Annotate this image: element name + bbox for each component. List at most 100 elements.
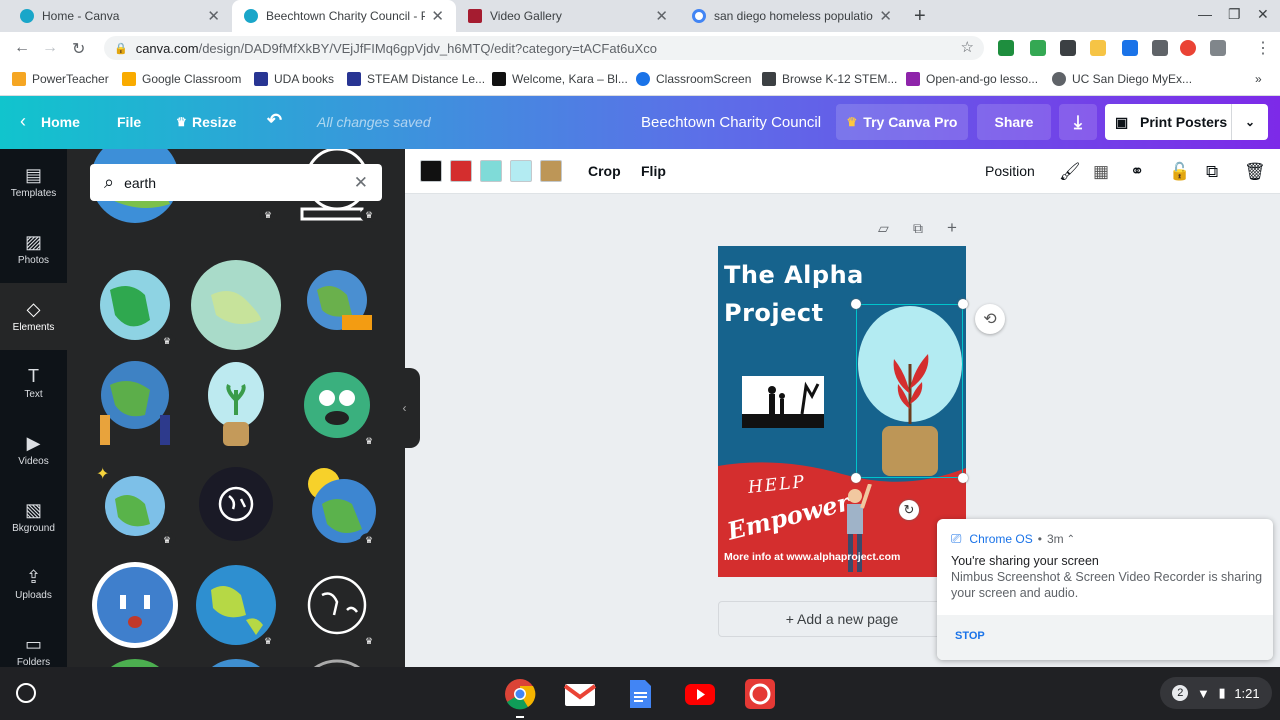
chevron-down-icon[interactable]: ⌄ <box>1245 115 1255 129</box>
lock-icon[interactable]: 🔓 <box>1169 162 1190 182</box>
earth-element[interactable] <box>191 654 281 667</box>
maximize-icon[interactable]: ❐ <box>1228 6 1241 23</box>
trash-icon[interactable]: 🗑 <box>1244 162 1266 182</box>
color-swatch-teal[interactable] <box>480 160 502 182</box>
close-tab-icon[interactable]: ✕ <box>879 7 892 25</box>
lightbulb-plant-element[interactable] <box>191 360 281 450</box>
people-carry-earth-element[interactable] <box>90 360 180 450</box>
home-button[interactable]: Home <box>41 114 80 130</box>
crop-button[interactable]: Crop <box>588 163 621 179</box>
add-page-icon[interactable]: + <box>947 218 957 238</box>
sparkle-earth-element[interactable]: ✦✦ ♛ <box>90 459 180 549</box>
globe-badge-element[interactable] <box>191 459 281 549</box>
stop-sharing-button[interactable]: STOP <box>955 630 985 642</box>
extension-green-icon[interactable] <box>1030 40 1046 56</box>
reload-icon[interactable]: ↻ <box>72 39 85 59</box>
collapse-panel-button[interactable]: ‹ <box>389 368 420 448</box>
silhouette-photo[interactable] <box>742 376 824 428</box>
try-canva-pro-button[interactable]: ♛ Try Canva Pro <box>836 104 968 140</box>
status-tray[interactable]: 2 ▼ ▮ 1:21 <box>1160 677 1272 709</box>
rotate-button-icon[interactable]: ⟲ <box>975 304 1005 334</box>
close-tab-icon[interactable]: ✕ <box>431 7 444 25</box>
extension-clipboard-icon[interactable] <box>1060 40 1076 56</box>
close-window-icon[interactable]: ✕ <box>1257 6 1269 23</box>
outline-earth-element[interactable]: ♛ <box>292 560 382 650</box>
bookmark-ucsd[interactable]: UC San Diego MyEx... <box>1052 72 1192 86</box>
earth-element[interactable] <box>292 654 382 667</box>
duplicate-icon[interactable]: ⧉ <box>1206 162 1218 182</box>
earth-hug-element[interactable] <box>292 260 382 350</box>
sun-earth-element[interactable]: ♛ <box>292 459 382 549</box>
youtube-app-icon[interactable] <box>684 678 716 710</box>
bookmark-open-and-go[interactable]: Open-and-go lesso... <box>906 72 1038 86</box>
bookmark-uda-books[interactable]: UDA books <box>254 72 334 86</box>
search-input[interactable]: earth <box>124 175 156 191</box>
undo-icon[interactable]: ↶ <box>267 110 282 131</box>
rail-background[interactable]: ▧ Bkground <box>0 484 67 551</box>
resize-handle[interactable] <box>958 473 968 483</box>
rail-elements[interactable]: ◇ Elements <box>0 283 67 350</box>
tab-video-gallery[interactable]: Video Gallery ✕ <box>456 0 680 32</box>
link-icon[interactable]: ⚭ <box>1130 162 1144 182</box>
new-tab-button[interactable]: + <box>908 0 940 32</box>
minimize-icon[interactable]: — <box>1198 6 1212 22</box>
chevron-left-icon[interactable]: ‹ <box>20 111 26 132</box>
resize-button[interactable]: Resize <box>192 114 236 130</box>
bookmark-blackboard[interactable]: Welcome, Kara – Bl... <box>492 72 628 86</box>
watercolor-earth-element[interactable] <box>191 260 281 350</box>
search-field[interactable]: ⌕ earth ✕ <box>90 164 382 201</box>
paint-roller-icon[interactable]: 🖌 <box>1059 162 1081 182</box>
bookmark-google-classroom[interactable]: Google Classroom <box>122 72 241 86</box>
close-tab-icon[interactable]: ✕ <box>655 7 668 25</box>
screencastify-app-icon[interactable] <box>744 678 776 710</box>
add-note-icon[interactable]: ▱ <box>878 220 889 237</box>
earth-monster-element[interactable]: ♛ <box>292 360 382 450</box>
extensions-puzzle-icon[interactable] <box>1210 40 1226 56</box>
clear-search-icon[interactable]: ✕ <box>354 173 368 193</box>
flip-button[interactable]: Flip <box>641 163 666 179</box>
tab-google-search[interactable]: san diego homeless population ✕ <box>680 0 904 32</box>
rail-videos[interactable]: ▶ Videos <box>0 417 67 484</box>
bookmark-powerteacher[interactable]: PowerTeacher <box>12 72 109 86</box>
address-bar[interactable]: 🔒 canva.com/design/DAD9fMfXkBY/VEjJfFIMq… <box>104 36 984 60</box>
document-title[interactable]: Beechtown Charity Council <box>641 114 821 131</box>
extension-gray-icon[interactable] <box>1152 40 1168 56</box>
add-new-page-button[interactable]: + Add a new page <box>718 601 966 637</box>
color-swatch-tan[interactable] <box>540 160 562 182</box>
bookmark-classroomscreen[interactable]: ClassroomScreen <box>636 72 751 86</box>
chrome-app-icon[interactable] <box>504 678 536 718</box>
share-button[interactable]: Share <box>977 104 1051 140</box>
more-info-text[interactable]: More info at www.alphaproject.com <box>724 551 900 563</box>
resize-handle[interactable] <box>851 299 861 309</box>
rotate-handle-icon[interactable]: ↻ <box>899 500 919 520</box>
chevron-up-icon[interactable]: ⌃ <box>1067 534 1075 545</box>
poster-title-line2[interactable]: Project <box>724 300 824 326</box>
duplicate-page-icon[interactable]: ⧉ <box>913 220 923 237</box>
bookmarks-overflow-icon[interactable]: » <box>1255 72 1262 86</box>
transparency-icon[interactable]: ▦ <box>1093 162 1109 182</box>
tab-beechtown[interactable]: Beechtown Charity Council - Pos ✕ <box>232 0 456 32</box>
highlighter-extension-icon[interactable] <box>1090 40 1106 56</box>
rail-text[interactable]: T Text <box>0 350 67 417</box>
forward-icon[interactable]: → <box>42 39 58 57</box>
color-swatch-light-blue[interactable] <box>510 160 532 182</box>
resize-handle[interactable] <box>958 299 968 309</box>
cast-extension-icon[interactable] <box>998 40 1014 56</box>
cartoon-earth-element[interactable]: ♛ <box>191 560 281 650</box>
bookmark-steam[interactable]: STEAM Distance Le... <box>347 72 485 86</box>
back-icon[interactable]: ← <box>14 39 30 57</box>
rail-templates[interactable]: ▤ Templates <box>0 149 67 216</box>
poster-title-line1[interactable]: The Alpha <box>724 262 864 288</box>
download-icon[interactable]: ⤓ <box>1059 104 1097 140</box>
earth-element[interactable]: ♛ <box>90 260 180 350</box>
pen-extension-icon[interactable] <box>1122 40 1138 56</box>
file-menu-button[interactable]: File <box>117 114 141 130</box>
rail-photos[interactable]: ▨ Photos <box>0 216 67 283</box>
print-posters-button[interactable]: ▣ Print Posters ⌄ <box>1105 104 1268 140</box>
resize-handle[interactable] <box>851 473 861 483</box>
rail-uploads[interactable]: ⇪ Uploads <box>0 551 67 618</box>
launcher-icon[interactable] <box>16 683 36 703</box>
bookmark-k12-stem[interactable]: Browse K-12 STEM... <box>762 72 897 86</box>
position-button[interactable]: Position <box>985 163 1035 179</box>
screen-recorder-extension-icon[interactable] <box>1180 40 1196 56</box>
